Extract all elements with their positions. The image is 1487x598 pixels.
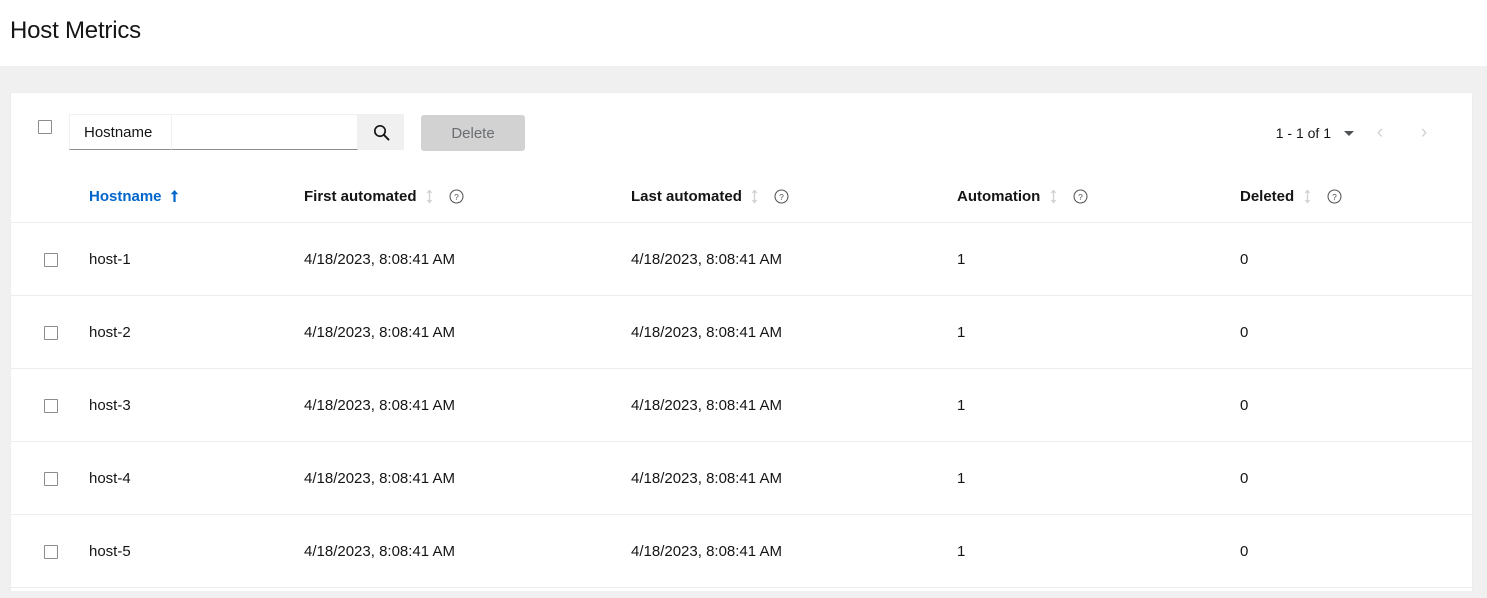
cell-last-automated: 4/18/2023, 8:08:41 AM <box>631 369 782 442</box>
cell-first-automated: 4/18/2023, 8:08:41 AM <box>304 369 455 442</box>
sort-icon[interactable] <box>417 186 443 206</box>
row-checkbox[interactable] <box>44 326 58 340</box>
row-checkbox[interactable] <box>44 545 58 559</box>
row-checkbox[interactable] <box>44 253 58 267</box>
cell-automation: 1 <box>957 296 965 369</box>
cell-automation: 1 <box>957 515 965 588</box>
cell-last-automated: 4/18/2023, 8:08:41 AM <box>631 442 782 515</box>
sort-icon[interactable] <box>1294 186 1320 206</box>
cell-deleted: 0 <box>1240 369 1248 442</box>
help-icon[interactable]: ? <box>1320 186 1348 206</box>
row-checkbox-cell <box>44 223 58 296</box>
column-header-last-automated[interactable]: Last automated ? <box>631 169 796 223</box>
filter-type-select[interactable]: Hostname <box>69 114 172 150</box>
search-icon <box>373 124 390 141</box>
cell-automation: 1 <box>957 223 965 296</box>
row-checkbox-cell <box>44 296 58 369</box>
pagination: 1 - 1 of 1 ‹ › <box>1276 115 1446 151</box>
help-icon[interactable]: ? <box>768 186 796 206</box>
delete-button[interactable]: Delete <box>421 115 525 151</box>
table-row[interactable]: host-1 4/18/2023, 8:08:41 AM 4/18/2023, … <box>11 223 1472 296</box>
select-all-checkbox[interactable] <box>38 120 52 134</box>
table-row[interactable]: host-2 4/18/2023, 8:08:41 AM 4/18/2023, … <box>11 296 1472 369</box>
page-header: Host Metrics <box>0 0 1487 66</box>
chevron-down-icon[interactable] <box>1340 118 1358 148</box>
cell-hostname: host-4 <box>89 442 131 515</box>
column-header-automation[interactable]: Automation ? <box>957 169 1094 223</box>
search-input[interactable] <box>172 114 358 150</box>
column-header-label: Deleted <box>1240 188 1294 205</box>
table-row[interactable]: host-4 4/18/2023, 8:08:41 AM 4/18/2023, … <box>11 442 1472 515</box>
cell-first-automated: 4/18/2023, 8:08:41 AM <box>304 515 455 588</box>
sort-asc-icon[interactable] <box>162 186 188 206</box>
cell-deleted: 0 <box>1240 515 1248 588</box>
svg-text:?: ? <box>780 191 785 201</box>
row-checkbox[interactable] <box>44 472 58 486</box>
svg-text:?: ? <box>1078 191 1083 201</box>
column-header-first-automated[interactable]: First automated ? <box>304 169 471 223</box>
search-filter-group: Hostname <box>69 114 404 150</box>
sort-icon[interactable] <box>742 186 768 206</box>
cell-last-automated: 4/18/2023, 8:08:41 AM <box>631 515 782 588</box>
cell-first-automated: 4/18/2023, 8:08:41 AM <box>304 442 455 515</box>
cell-hostname: host-2 <box>89 296 131 369</box>
column-header-hostname[interactable]: Hostname <box>89 169 188 223</box>
search-button[interactable] <box>358 114 404 150</box>
filter-type-label: Hostname <box>84 124 152 141</box>
help-icon[interactable]: ? <box>1066 186 1094 206</box>
column-header-label: Automation <box>957 188 1040 205</box>
cell-automation: 1 <box>957 442 965 515</box>
pagination-range: 1 - 1 of 1 <box>1276 125 1331 141</box>
cell-hostname: host-3 <box>89 369 131 442</box>
svg-text:?: ? <box>1332 191 1337 201</box>
cell-automation: 1 <box>957 369 965 442</box>
column-header-deleted[interactable]: Deleted ? <box>1240 169 1348 223</box>
page-title: Host Metrics <box>10 16 141 46</box>
sort-icon[interactable] <box>1040 186 1066 206</box>
row-checkbox[interactable] <box>44 399 58 413</box>
help-icon[interactable]: ? <box>443 186 471 206</box>
cell-last-automated: 4/18/2023, 8:08:41 AM <box>631 223 782 296</box>
cell-hostname: host-1 <box>89 223 131 296</box>
cell-hostname: host-5 <box>89 515 131 588</box>
table-row[interactable]: host-5 4/18/2023, 8:08:41 AM 4/18/2023, … <box>11 515 1472 588</box>
svg-text:?: ? <box>454 191 459 201</box>
host-metrics-card: Hostname Delete 1 - 1 of 1 ‹ › <box>10 92 1473 591</box>
row-checkbox-cell <box>44 442 58 515</box>
cell-first-automated: 4/18/2023, 8:08:41 AM <box>304 223 455 296</box>
column-header-label: Hostname <box>89 188 162 205</box>
cell-deleted: 0 <box>1240 442 1248 515</box>
table-row[interactable]: host-3 4/18/2023, 8:08:41 AM 4/18/2023, … <box>11 369 1472 442</box>
cell-deleted: 0 <box>1240 223 1248 296</box>
next-page-button[interactable]: › <box>1402 115 1446 151</box>
host-metrics-page: Host Metrics Hostname Delete <box>0 0 1487 598</box>
column-header-label: First automated <box>304 188 417 205</box>
cell-first-automated: 4/18/2023, 8:08:41 AM <box>304 296 455 369</box>
row-checkbox-cell <box>44 369 58 442</box>
row-checkbox-cell <box>44 515 58 588</box>
host-metrics-table: Hostname First automated <box>11 169 1472 588</box>
column-header-label: Last automated <box>631 188 742 205</box>
previous-page-button[interactable]: ‹ <box>1358 115 1402 151</box>
cell-last-automated: 4/18/2023, 8:08:41 AM <box>631 296 782 369</box>
table-header-row: Hostname First automated <box>11 169 1472 223</box>
table-toolbar: Hostname Delete 1 - 1 of 1 ‹ › <box>11 93 1472 169</box>
cell-deleted: 0 <box>1240 296 1248 369</box>
